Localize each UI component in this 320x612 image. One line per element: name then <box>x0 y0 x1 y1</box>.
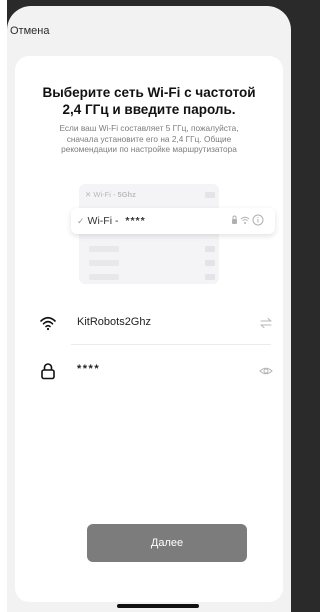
illustration-placeholder-bar <box>89 274 119 280</box>
illustration-5ghz-row: ✕ Wi-Fi - 5Ghz <box>85 190 136 199</box>
wifi-setup-screen: Отмена Выберите сеть Wi-Fi с частотой 2,… <box>7 6 291 612</box>
illustration-placeholder-bar <box>89 246 119 252</box>
wifi-icon <box>40 316 56 331</box>
device-frame-edge <box>291 0 298 612</box>
illustration-placeholder-bar <box>89 260 119 266</box>
illustration-ghost-icon <box>205 192 215 198</box>
lock-wifi-info-icon <box>232 214 264 226</box>
illustration-ghost-icon <box>205 274 215 280</box>
illustration-status-icons <box>231 214 265 229</box>
header: Отмена <box>7 6 291 56</box>
page-title: Выберите сеть Wi-Fi с частотой 2,4 ГГц и… <box>42 85 256 117</box>
illustration-selected-network: ✓ Wi-Fi - **** <box>71 208 275 234</box>
password-field[interactable]: **** <box>77 363 100 375</box>
background-app-edge <box>0 0 7 612</box>
network-name: KitRobots2Ghz <box>77 316 151 328</box>
illustration-5ghz-prefix: ✕ Wi-Fi - <box>85 190 118 199</box>
illustration-network-password: **** <box>125 215 146 227</box>
illustration-ghost-icon <box>205 260 215 266</box>
swap-icon[interactable] <box>259 316 273 330</box>
next-button[interactable]: Далее <box>87 524 247 562</box>
eye-icon[interactable] <box>259 364 273 378</box>
check-icon: ✓ <box>77 216 85 226</box>
network-row[interactable]: KitRobots2Ghz <box>15 306 283 342</box>
wifi-illustration: ✕ Wi-Fi - 5Ghz ✓ Wi-Fi - **** <box>71 184 275 284</box>
illustration-ghost-icon <box>205 246 215 252</box>
password-row[interactable]: **** <box>15 354 283 390</box>
illustration-list-bg <box>79 184 219 284</box>
lock-icon <box>41 363 55 380</box>
router-instructions: Если ваш Wi-Fi составляет 5 ГГц, пожалуй… <box>59 123 239 154</box>
illustration-5ghz-band: 5Ghz <box>117 190 136 199</box>
illustration-network-prefix: Wi-Fi - <box>87 215 122 227</box>
cancel-button[interactable]: Отмена <box>10 25 49 37</box>
home-indicator <box>117 604 199 608</box>
illustration-network-label: ✓ Wi-Fi - **** <box>77 215 146 227</box>
wifi-setup-card: Выберите сеть Wi-Fi с частотой 2,4 ГГц и… <box>15 56 283 602</box>
divider <box>71 344 271 345</box>
